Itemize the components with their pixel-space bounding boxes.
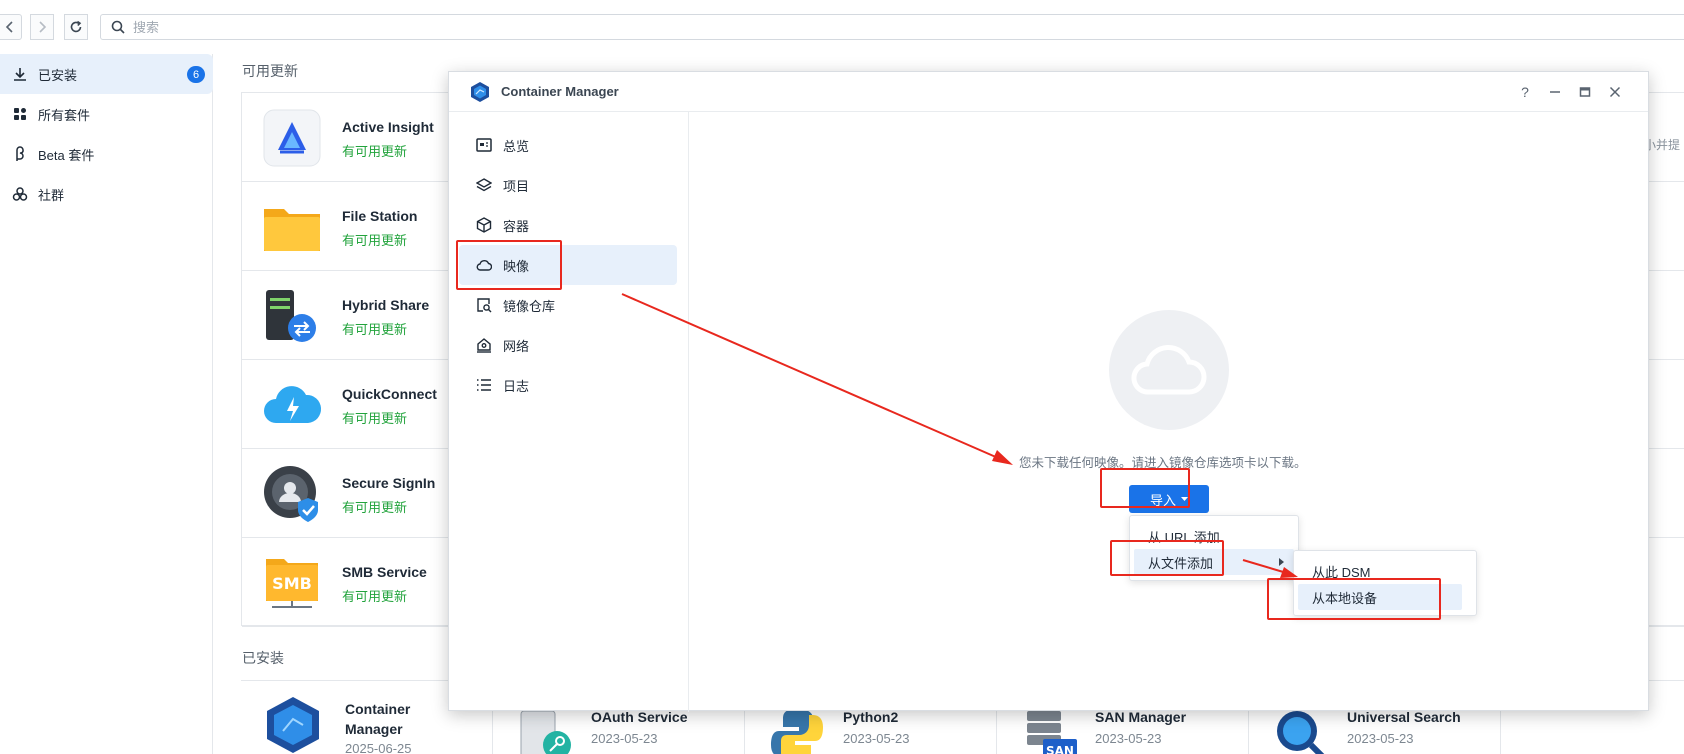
update-status: 有可用更新 [342, 500, 408, 515]
empty-state-illustration [1109, 310, 1229, 430]
nav-item-label: 网络 [503, 338, 530, 354]
annotation-box-import [1100, 468, 1190, 508]
quickconnect-icon [262, 375, 322, 435]
nav-item-label: 日志 [503, 378, 530, 394]
package-name: QuickConnect [342, 386, 437, 402]
nav-item-label: 总览 [503, 138, 530, 154]
package-sidebar: 已安装 6 所有套件 Beta 套件 社群 [0, 54, 213, 754]
grid-icon [12, 106, 28, 122]
maximize-button[interactable] [1575, 82, 1595, 102]
package-name: Hybrid Share [342, 297, 430, 313]
install-date: 2023-05-23 [843, 731, 910, 746]
san-icon: SAN [1027, 711, 1077, 754]
beta-icon [12, 146, 28, 162]
nav-item-label: 容器 [503, 218, 530, 234]
nav-item-label: 项目 [503, 178, 530, 194]
sidebar-item-community[interactable]: 社群 [0, 174, 213, 214]
nav-item-label: 镜像仓库 [503, 298, 556, 314]
sidebar-item-beta[interactable]: Beta 套件 [0, 134, 213, 174]
package-name: Container Manager [345, 701, 411, 737]
container-manager-window: Container Manager ? 总览 项目 容器 映像 镜像仓库 网络 … [448, 71, 1649, 712]
search-icon [111, 20, 125, 34]
help-button[interactable]: ? [1515, 82, 1535, 102]
update-status: 有可用更新 [342, 233, 408, 248]
sidebar-item-label: 社群 [38, 187, 65, 203]
hybrid-share-icon [262, 286, 322, 346]
download-icon [12, 66, 28, 82]
container-manager-nav: 总览 项目 容器 映像 镜像仓库 网络 日志 [449, 112, 689, 712]
package-name: Python2 [843, 709, 899, 725]
active-insight-icon [262, 108, 322, 168]
python-icon [771, 709, 823, 754]
container-manager-icon [267, 697, 319, 753]
package-name: Secure SignIn [342, 475, 436, 491]
overview-icon [475, 136, 493, 154]
installed-count-badge: 6 [187, 66, 205, 83]
update-status: 有可用更新 [342, 322, 408, 337]
chevron-left-icon [5, 21, 13, 33]
universal-search-icon [1277, 711, 1325, 754]
top-toolbar [0, 12, 1684, 42]
list-icon [475, 376, 493, 394]
update-status: 有可用更新 [342, 144, 408, 159]
cube-icon [475, 216, 493, 234]
reload-button[interactable] [64, 14, 88, 40]
annotation-box-add-from-file [1110, 540, 1224, 576]
layers-icon [475, 176, 493, 194]
nav-item-containers[interactable]: 容器 [459, 205, 677, 245]
secure-signin-icon [262, 464, 322, 524]
community-icon [12, 186, 28, 202]
installed-section-title: 已安装 [242, 650, 284, 666]
search-box[interactable] [100, 14, 1684, 40]
nav-item-overview[interactable]: 总览 [459, 125, 677, 165]
install-date: 2025-06-25 [345, 741, 412, 754]
oauth-icon [520, 710, 571, 754]
chevron-right-icon [39, 21, 47, 33]
container-manager-logo-icon [471, 82, 489, 102]
search-input[interactable] [133, 19, 533, 35]
reload-icon [70, 20, 82, 33]
package-name: SMB Service [342, 564, 427, 580]
minimize-button[interactable] [1545, 82, 1565, 102]
back-button[interactable] [0, 14, 22, 40]
nav-item-registry[interactable]: 镜像仓库 [459, 285, 677, 325]
package-name: SAN Manager [1095, 709, 1187, 725]
sidebar-item-label: 所有套件 [38, 107, 91, 123]
maximize-icon [1579, 87, 1591, 97]
sidebar-item-installed[interactable]: 已安装 6 [0, 54, 213, 94]
install-date: 2023-05-23 [1095, 731, 1162, 746]
updates-section-title: 可用更新 [242, 63, 298, 79]
annotation-box-local-device [1267, 578, 1441, 620]
folder-icon [262, 197, 322, 257]
window-titlebar[interactable]: Container Manager ? [449, 72, 1648, 112]
close-icon [1609, 86, 1621, 98]
submenu-arrow-icon [1279, 558, 1284, 566]
cloud-icon [1131, 344, 1207, 395]
sidebar-item-label: 已安装 [38, 67, 78, 83]
package-name: File Station [342, 208, 418, 224]
minimize-icon [1550, 91, 1560, 93]
sidebar-item-all-packages[interactable]: 所有套件 [0, 94, 213, 134]
nav-item-network[interactable]: 网络 [459, 325, 677, 365]
registry-icon [475, 296, 493, 314]
package-name: Active Insight [342, 119, 434, 135]
update-status: 有可用更新 [342, 589, 408, 604]
sidebar-item-label: Beta 套件 [38, 147, 95, 163]
forward-button[interactable] [30, 14, 54, 40]
window-title: Container Manager [501, 84, 619, 99]
update-status: 有可用更新 [342, 411, 408, 426]
svg-text:SAN: SAN [1046, 744, 1074, 754]
package-name: Universal Search [1347, 709, 1461, 725]
nav-item-projects[interactable]: 项目 [459, 165, 677, 205]
truncated-description: 小并提 [1644, 138, 1681, 152]
annotation-box-images [456, 240, 562, 290]
close-button[interactable] [1605, 82, 1625, 102]
install-date: 2023-05-23 [1347, 731, 1414, 746]
smb-icon: SMB [262, 553, 322, 613]
network-icon [475, 336, 493, 354]
nav-item-logs[interactable]: 日志 [459, 365, 677, 405]
svg-text:SMB: SMB [272, 574, 312, 593]
install-date: 2023-05-23 [591, 731, 658, 746]
